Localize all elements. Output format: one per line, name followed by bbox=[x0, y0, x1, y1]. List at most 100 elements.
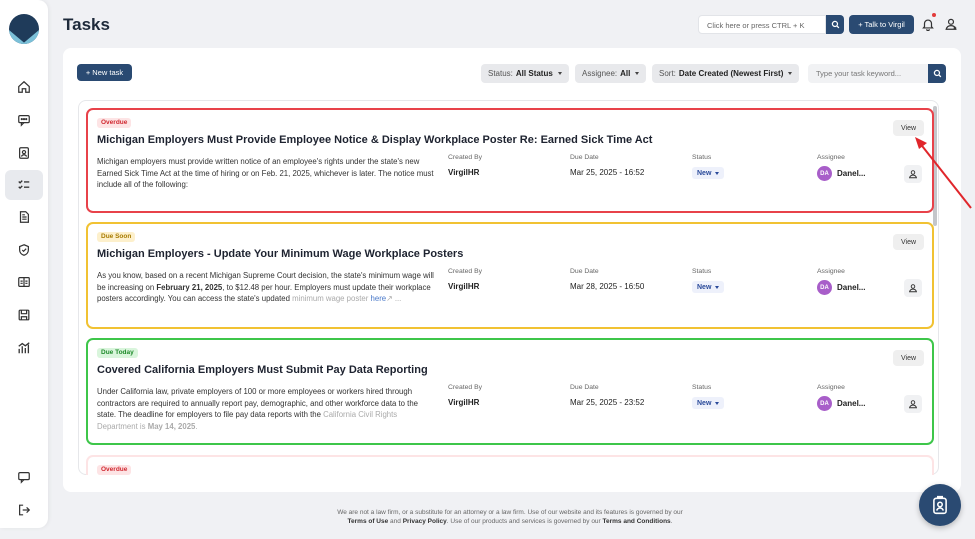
status-dropdown-value: New bbox=[697, 399, 712, 407]
created-by-value: VirgilHR bbox=[448, 168, 480, 177]
save-icon[interactable] bbox=[10, 302, 38, 328]
shield-icon[interactable] bbox=[10, 237, 38, 263]
task-card[interactable]: Due Today Covered California Employers M… bbox=[86, 338, 934, 445]
chevron-down-icon bbox=[715, 171, 720, 175]
bell-icon[interactable] bbox=[921, 17, 935, 31]
badge-icon[interactable] bbox=[10, 140, 38, 166]
assign-user-icon bbox=[908, 400, 918, 409]
sidebar bbox=[0, 0, 48, 528]
status-filter-value: All Status bbox=[515, 69, 553, 78]
terms-conditions-link[interactable]: Terms and Conditions bbox=[603, 518, 671, 525]
poster-link[interactable]: here bbox=[371, 294, 387, 303]
task-card[interactable]: Due Soon Michigan Employers - Update You… bbox=[86, 222, 934, 329]
status-filter-label: Status: bbox=[488, 69, 513, 78]
task-title[interactable]: Covered California Employers Must Submit… bbox=[97, 364, 428, 376]
due-date-value: Mar 28, 2025 - 16:50 bbox=[570, 282, 645, 291]
privacy-policy-link[interactable]: Privacy Policy bbox=[403, 518, 447, 525]
analytics-icon[interactable] bbox=[10, 335, 38, 361]
task-search-button[interactable] bbox=[928, 64, 946, 83]
document-icon[interactable] bbox=[10, 204, 38, 230]
status-dropdown[interactable]: New bbox=[692, 397, 725, 409]
sort-filter[interactable]: Sort: Date Created (Newest First) bbox=[652, 64, 800, 83]
annotation-arrow bbox=[915, 137, 972, 209]
due-date-label: Due Date bbox=[570, 154, 599, 161]
created-by-label: Created By bbox=[448, 384, 483, 391]
desc-ellipsis: ... bbox=[392, 294, 402, 303]
footer-text: . Use of our products and services is go… bbox=[446, 518, 603, 525]
chevron-down-icon bbox=[715, 285, 720, 289]
feedback-icon[interactable] bbox=[10, 464, 38, 490]
page-title: Tasks bbox=[63, 15, 110, 34]
logout-icon[interactable] bbox=[10, 497, 38, 523]
task-description: As you know, based on a recent Michigan … bbox=[97, 270, 437, 305]
created-by-value: VirgilHR bbox=[448, 282, 480, 291]
footer-end: . bbox=[670, 518, 673, 525]
view-button[interactable]: View bbox=[893, 350, 924, 366]
assignee-label: Assignee bbox=[817, 384, 845, 391]
chevron-down-icon bbox=[788, 72, 793, 75]
assignee-name: Danel... bbox=[837, 283, 866, 292]
tasks-icon[interactable] bbox=[5, 170, 43, 200]
status-label: Status bbox=[692, 384, 712, 391]
talk-to-virgil-button[interactable]: + Talk to Virgil bbox=[849, 15, 914, 34]
footer-line-1: We are not a law firm, or a substitute f… bbox=[337, 509, 683, 516]
status-dropdown-value: New bbox=[697, 283, 712, 291]
desc-faded: minimum wage poster bbox=[292, 294, 371, 303]
new-task-label: + New task bbox=[85, 68, 124, 77]
status-dropdown[interactable]: New bbox=[692, 281, 725, 293]
task-search-input[interactable]: Type your task keyword... bbox=[808, 64, 928, 83]
desc-faded-bold: May 14, 2025 bbox=[147, 421, 196, 431]
talk-to-virgil-label: + Talk to Virgil bbox=[858, 20, 905, 29]
avatar: DA bbox=[817, 280, 832, 295]
global-search-input[interactable]: Click here or press CTRL + K bbox=[698, 15, 826, 34]
assign-user-button[interactable] bbox=[904, 395, 922, 413]
task-card[interactable]: Overdue Michigan Employers Must Provide … bbox=[86, 108, 934, 213]
sort-filter-label: Sort: bbox=[659, 69, 676, 78]
assignee-filter-value: All bbox=[620, 69, 631, 78]
global-search-button[interactable] bbox=[826, 15, 844, 34]
desc-bold: February 21, 2025 bbox=[156, 282, 223, 292]
due-date-label: Due Date bbox=[570, 268, 599, 275]
assignee-name: Danel... bbox=[837, 399, 866, 408]
search-icon bbox=[831, 20, 839, 29]
task-description: Michigan employers must provide written … bbox=[97, 157, 434, 189]
desc-end: . bbox=[195, 421, 198, 431]
assignee-filter[interactable]: Assignee: All bbox=[575, 64, 647, 83]
chevron-down-icon bbox=[635, 72, 640, 75]
virgil-assistant-button[interactable] bbox=[919, 484, 961, 526]
notification-dot bbox=[932, 13, 936, 17]
task-title[interactable]: Michigan Employers Must Provide Employee… bbox=[97, 134, 652, 146]
status-badge: Due Soon bbox=[97, 232, 136, 242]
home-icon[interactable] bbox=[10, 74, 38, 100]
app-logo[interactable] bbox=[9, 14, 39, 44]
created-by-value: VirgilHR bbox=[448, 398, 480, 407]
due-date-value: Mar 25, 2025 - 16:52 bbox=[570, 168, 645, 177]
task-card[interactable]: Overdue bbox=[86, 455, 934, 475]
new-task-button[interactable]: + New task bbox=[77, 64, 132, 81]
terms-of-use-link[interactable]: Terms of Use bbox=[348, 518, 389, 525]
created-by-label: Created By bbox=[448, 154, 483, 161]
assign-user-icon bbox=[908, 284, 918, 293]
created-by-label: Created By bbox=[448, 268, 483, 275]
assignee-filter-label: Assignee: bbox=[582, 69, 618, 78]
search-icon bbox=[933, 69, 941, 78]
avatar: DA bbox=[817, 166, 832, 181]
status-label: Status bbox=[692, 268, 712, 275]
assignee-label: Assignee bbox=[817, 268, 845, 275]
chat-icon[interactable] bbox=[10, 107, 38, 133]
assign-user-button[interactable] bbox=[904, 279, 922, 297]
sort-filter-value: Date Created (Newest First) bbox=[678, 69, 784, 78]
status-filter[interactable]: Status: All Status bbox=[481, 64, 569, 83]
view-button[interactable]: View bbox=[893, 234, 924, 250]
chevron-down-icon bbox=[557, 72, 562, 75]
footer-line-2: Terms of Use and Privacy Policy. Use of … bbox=[200, 517, 820, 526]
status-label: Status bbox=[692, 154, 712, 161]
compare-icon[interactable] bbox=[10, 269, 38, 295]
avatar: DA bbox=[817, 396, 832, 411]
status-badge: Overdue bbox=[97, 118, 132, 128]
status-dropdown[interactable]: New bbox=[692, 167, 725, 179]
chevron-down-icon bbox=[715, 401, 720, 405]
user-profile-icon[interactable] bbox=[944, 17, 958, 31]
legal-footer: We are not a law firm, or a substitute f… bbox=[200, 508, 820, 526]
task-title[interactable]: Michigan Employers - Update Your Minimum… bbox=[97, 248, 463, 260]
